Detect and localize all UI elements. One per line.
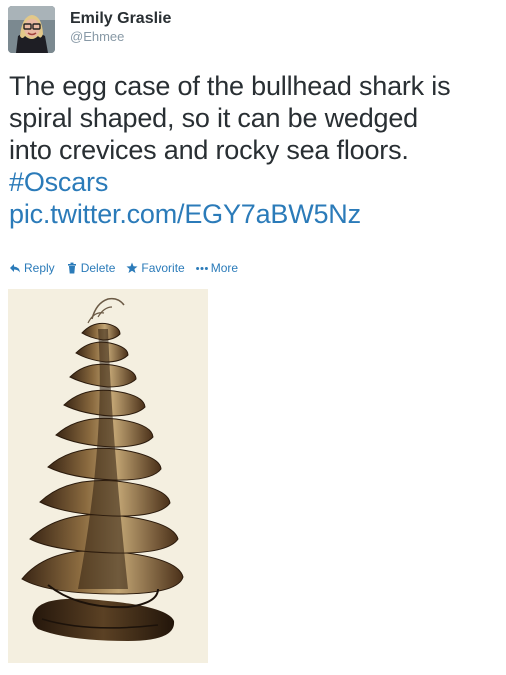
avatar[interactable] — [8, 6, 55, 53]
tweet-text-line: into crevices and rocky sea floors. — [9, 135, 409, 165]
user-names: Emily Graslie @Ehmee — [70, 9, 171, 45]
tweet-text-line: The egg case of the bullhead shark is — [9, 71, 451, 101]
more-label: More — [210, 261, 239, 275]
tweet-header: Emily Graslie @Ehmee — [8, 6, 171, 54]
tweet-card: Emily Graslie @Ehmee The egg case of the… — [0, 0, 506, 675]
star-icon — [126, 262, 138, 274]
screen-name[interactable]: @Ehmee — [70, 29, 171, 45]
reply-icon — [9, 262, 21, 274]
tweet-media-image[interactable] — [8, 289, 208, 663]
spiral-egg-case-illustration — [8, 289, 208, 663]
reply-label: Reply — [24, 261, 55, 275]
avatar-image — [8, 6, 55, 53]
tweet-actions: Reply Delete Favorite More — [9, 261, 249, 275]
more-button[interactable]: More — [195, 261, 239, 275]
display-name[interactable]: Emily Graslie — [70, 9, 171, 29]
trash-icon — [66, 262, 78, 274]
hashtag-link[interactable]: #Oscars — [9, 166, 499, 198]
tweet-text-line: spiral shaped, so it can be wedged — [9, 103, 418, 133]
tweet-text: The egg case of the bullhead shark is sp… — [9, 70, 499, 230]
favorite-button[interactable]: Favorite — [126, 261, 185, 275]
media-link[interactable]: pic.twitter.com/EGY7aBW5Nz — [9, 198, 499, 230]
more-dots-icon — [195, 262, 208, 274]
reply-button[interactable]: Reply — [9, 261, 55, 275]
favorite-label: Favorite — [141, 261, 185, 275]
delete-label: Delete — [80, 261, 116, 275]
delete-button[interactable]: Delete — [66, 261, 116, 275]
